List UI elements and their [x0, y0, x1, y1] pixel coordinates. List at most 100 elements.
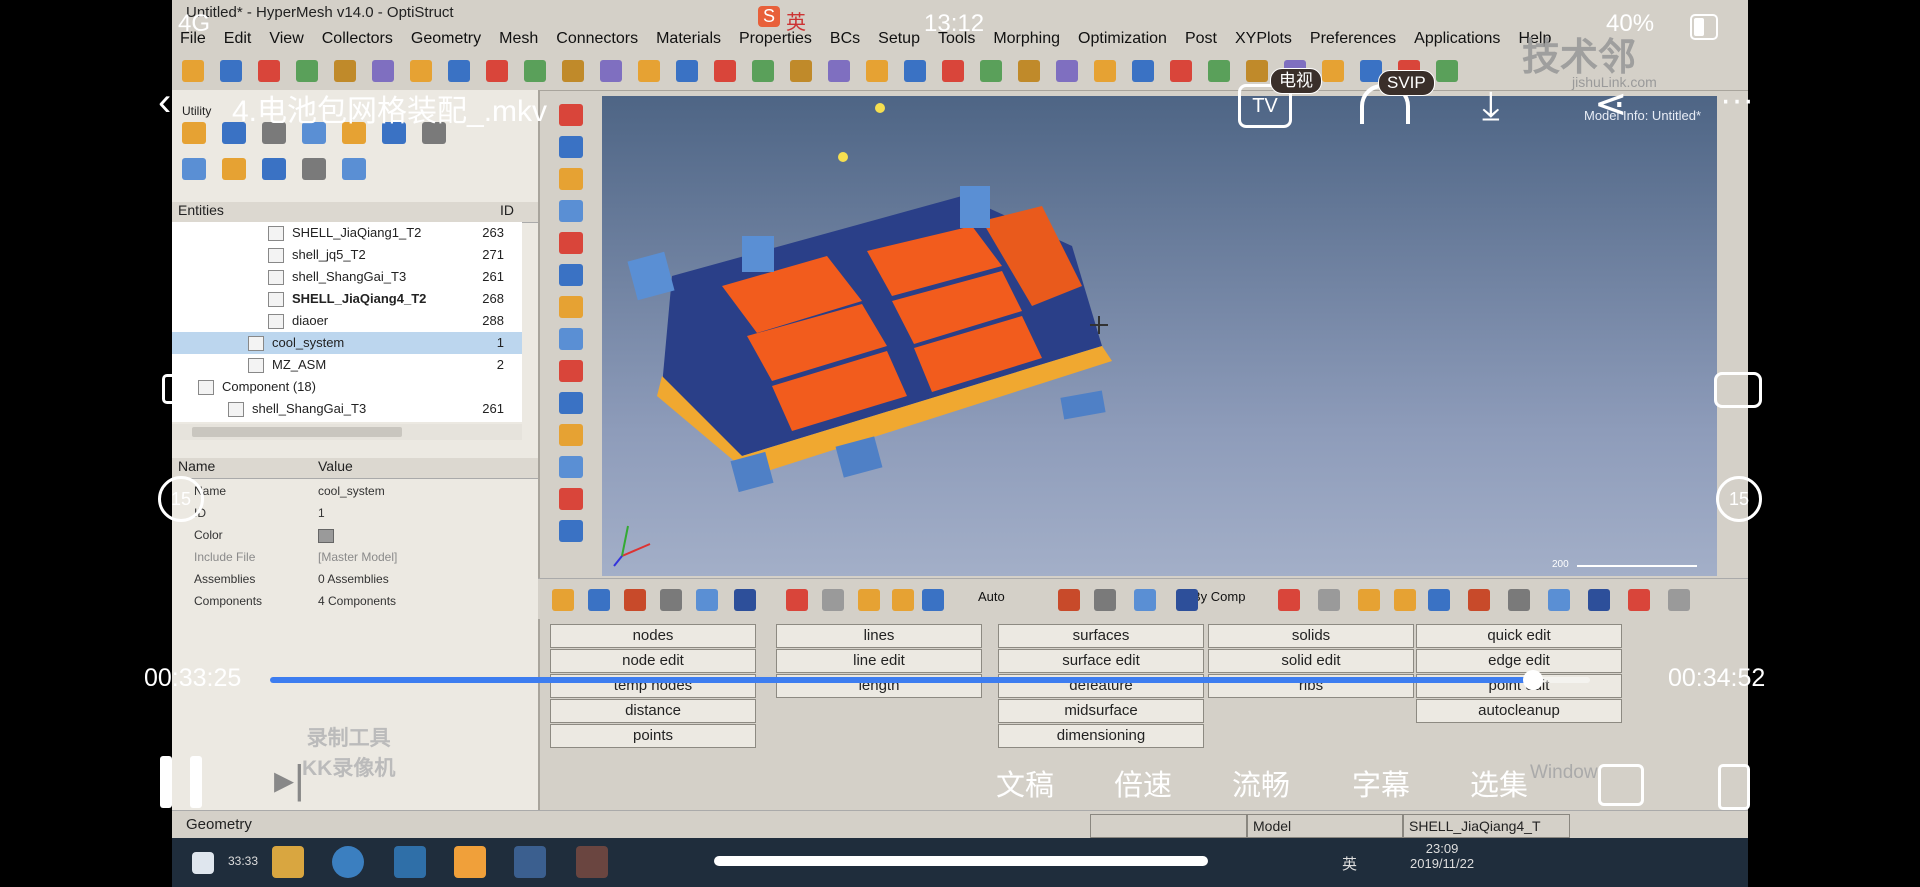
tree-row[interactable]: shell_ShangGai_T3 261 — [172, 398, 522, 420]
toolbar-icon[interactable] — [1018, 60, 1040, 82]
panel-button-midsurface[interactable]: midsurface — [998, 699, 1204, 723]
visualization-icon[interactable] — [1094, 589, 1116, 611]
menu-view[interactable]: View — [269, 26, 303, 52]
visualization-icon[interactable] — [1428, 589, 1450, 611]
visualization-icon[interactable] — [786, 589, 808, 611]
visualization-icon[interactable] — [822, 589, 844, 611]
tree-row[interactable]: shell_jq5_T2 271 — [172, 244, 522, 266]
panel-button-line-edit[interactable]: line edit — [776, 649, 982, 673]
browser-icon[interactable] — [342, 158, 366, 180]
headphone-icon[interactable] — [1360, 84, 1410, 124]
visualization-icon[interactable] — [1394, 589, 1416, 611]
menu-collectors[interactable]: Collectors — [322, 26, 393, 52]
panel-button-ribs[interactable]: ribs — [1208, 674, 1414, 698]
prop-row[interactable]: Include File [Master Model] — [172, 546, 538, 568]
toolbar-icon[interactable] — [410, 60, 432, 82]
panel-button-temp-nodes[interactable]: temp nodes — [550, 674, 756, 698]
toolbar-icon[interactable] — [372, 60, 394, 82]
menu-preferences[interactable]: Preferences — [1310, 26, 1396, 52]
vertical-tool-icon[interactable] — [559, 200, 583, 222]
toolbar-icon[interactable] — [448, 60, 470, 82]
color-swatch[interactable] — [318, 529, 334, 543]
menu-geometry[interactable]: Geometry — [411, 26, 481, 52]
tree-hscrollbar[interactable] — [172, 424, 522, 440]
menu-bcs[interactable]: BCs — [830, 26, 860, 52]
sogou-icon[interactable] — [332, 846, 364, 878]
visualization-icon[interactable] — [1358, 589, 1380, 611]
panel-button-surface-edit[interactable]: surface edit — [998, 649, 1204, 673]
panel-button-points[interactable]: points — [550, 724, 756, 748]
toolbar-icon[interactable] — [486, 60, 508, 82]
player-control-4[interactable]: 选集 — [1470, 762, 1528, 804]
auto-dropdown-label[interactable]: Auto — [978, 589, 1005, 604]
toolbar-icon[interactable] — [714, 60, 736, 82]
visualization-icon[interactable] — [1058, 589, 1080, 611]
toolbar-icon[interactable] — [258, 60, 280, 82]
toolbar-icon[interactable] — [1208, 60, 1230, 82]
panel-button-node-edit[interactable]: node edit — [550, 649, 756, 673]
toolbar-icon[interactable] — [904, 60, 926, 82]
panel-button-solids[interactable]: solids — [1208, 624, 1414, 648]
explorer-icon[interactable] — [272, 846, 304, 878]
camera-icon[interactable] — [1714, 372, 1762, 408]
menu-xyplots[interactable]: XYPlots — [1235, 26, 1292, 52]
menu-morphing[interactable]: Morphing — [993, 26, 1060, 52]
visualization-icon[interactable] — [1318, 589, 1340, 611]
toolbar-icon[interactable] — [1132, 60, 1154, 82]
back-icon[interactable]: ‹ — [158, 82, 171, 122]
recorder-icon[interactable] — [514, 846, 546, 878]
skip-forward-icon[interactable]: 15 — [1716, 476, 1762, 522]
visualization-icon[interactable] — [1508, 589, 1530, 611]
visualization-icon[interactable] — [1588, 589, 1610, 611]
toolbar-icon[interactable] — [1398, 60, 1420, 82]
prop-row[interactable]: Assemblies 0 Assemblies — [172, 568, 538, 590]
tree-row[interactable]: Component (18) — [172, 376, 522, 398]
vertical-tool-icon[interactable] — [559, 488, 583, 510]
tree-row[interactable]: MZ_ASM 2 — [172, 354, 522, 376]
folder-icon[interactable] — [576, 846, 608, 878]
tree-row[interactable]: cool_system 1 — [172, 332, 522, 354]
visualization-icon[interactable] — [696, 589, 718, 611]
menu-connectors[interactable]: Connectors — [556, 26, 638, 52]
toolbar-icon[interactable] — [790, 60, 812, 82]
by-comp-dropdown-label[interactable]: By Comp — [1192, 589, 1245, 604]
toolbar-icon[interactable] — [942, 60, 964, 82]
rotate-icon[interactable] — [1718, 764, 1750, 810]
browser-icon[interactable] — [222, 158, 246, 180]
toolbar-icon[interactable] — [980, 60, 1002, 82]
panel-button-length[interactable]: length — [776, 674, 982, 698]
toolbar-icon[interactable] — [676, 60, 698, 82]
menu-post[interactable]: Post — [1185, 26, 1217, 52]
panel-button-point-edit[interactable]: point edit — [1416, 674, 1622, 698]
menu-mesh[interactable]: Mesh — [499, 26, 538, 52]
panel-button-quick-edit[interactable]: quick edit — [1416, 624, 1622, 648]
visualization-icon[interactable] — [922, 589, 944, 611]
menu-applications[interactable]: Applications — [1414, 26, 1500, 52]
pause-icon[interactable] — [160, 756, 204, 808]
toolbar-icon[interactable] — [638, 60, 660, 82]
vertical-tool-icon[interactable] — [559, 456, 583, 478]
browser-icon[interactable] — [182, 158, 206, 180]
visualization-icon[interactable] — [858, 589, 880, 611]
menu-optimization[interactable]: Optimization — [1078, 26, 1167, 52]
visualization-icon[interactable] — [588, 589, 610, 611]
panel-button-lines[interactable]: lines — [776, 624, 982, 648]
panel-button-nodes[interactable]: nodes — [550, 624, 756, 648]
menu-edit[interactable]: Edit — [224, 26, 252, 52]
visualization-icon[interactable] — [1628, 589, 1650, 611]
browser-icon[interactable] — [182, 122, 206, 144]
toolbar-icon[interactable] — [1094, 60, 1116, 82]
vertical-tool-icon[interactable] — [559, 424, 583, 446]
panel-button-surfaces[interactable]: surfaces — [998, 624, 1204, 648]
visualization-icon[interactable] — [1134, 589, 1156, 611]
tree-row[interactable]: SHELL_JiaQiang1_T2 263 — [172, 222, 522, 244]
vertical-tool-icon[interactable] — [559, 232, 583, 254]
vertical-tool-icon[interactable] — [559, 392, 583, 414]
app-icon[interactable] — [454, 846, 486, 878]
vertical-tool-icon[interactable] — [559, 264, 583, 286]
toolbar-icon[interactable] — [182, 60, 204, 82]
visualization-icon[interactable] — [1668, 589, 1690, 611]
toolbar-icon[interactable] — [828, 60, 850, 82]
download-icon[interactable]: ⤓ — [1482, 86, 1500, 126]
vertical-tool-icon[interactable] — [559, 296, 583, 318]
